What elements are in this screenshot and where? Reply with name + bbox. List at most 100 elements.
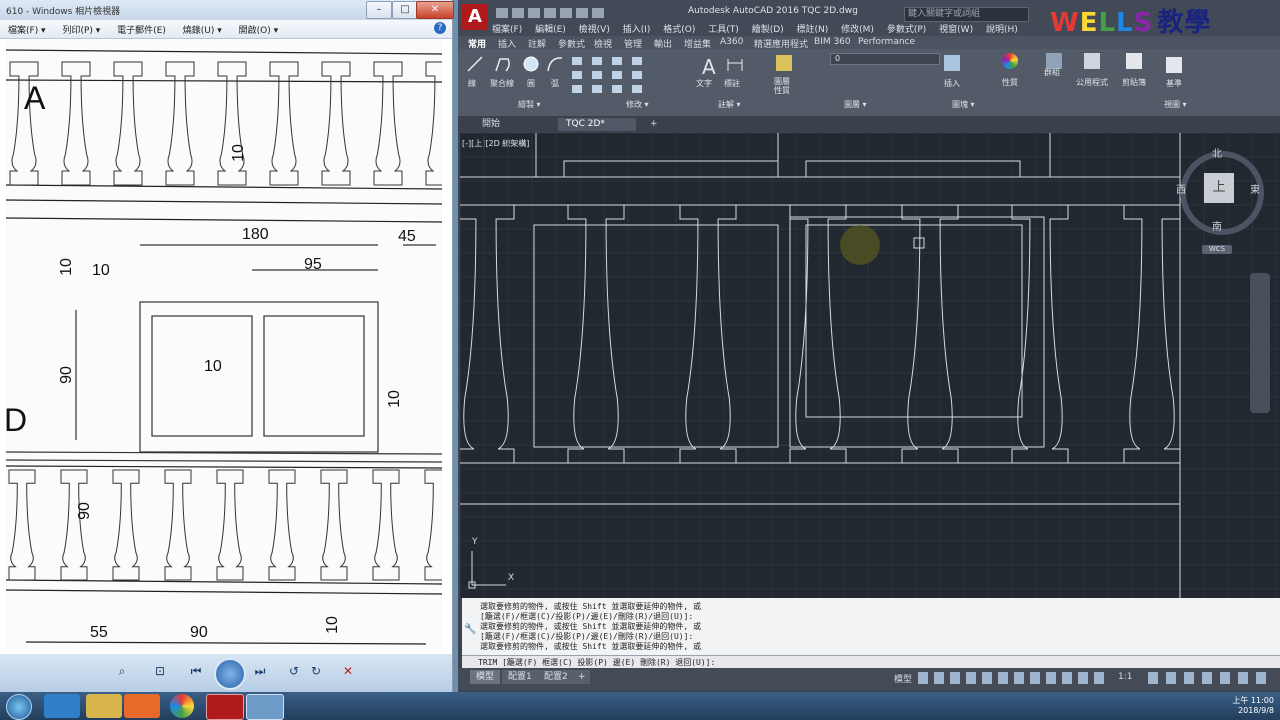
- redo-icon[interactable]: [592, 8, 604, 18]
- close-button[interactable]: ✕: [416, 1, 454, 19]
- panel-view[interactable]: 視圖 ▾: [1164, 99, 1187, 110]
- layout-tab-1[interactable]: 配置1: [502, 670, 538, 684]
- clipboard-icon[interactable]: [1126, 53, 1142, 69]
- rotate-right-icon[interactable]: ↻: [306, 664, 326, 682]
- new-icon[interactable]: [496, 8, 508, 18]
- minimize-button[interactable]: –: [366, 1, 392, 19]
- print-icon[interactable]: [560, 8, 572, 18]
- ie-icon[interactable]: [44, 694, 80, 718]
- save-icon[interactable]: [528, 8, 540, 18]
- base-label: 基準: [1166, 79, 1182, 88]
- new-tab-button[interactable]: +: [646, 118, 662, 131]
- label-d: D: [6, 402, 28, 438]
- panel-draw[interactable]: 繪製 ▾: [518, 99, 541, 110]
- menu-item[interactable]: 編輯(E): [535, 25, 566, 35]
- menu-item[interactable]: 插入(I): [623, 25, 651, 35]
- menu-open[interactable]: 開啟(O) ▾: [239, 23, 279, 36]
- panel-annotation[interactable]: 註解 ▾: [718, 99, 741, 110]
- menu-item[interactable]: 工具(T): [708, 25, 739, 35]
- menu-item[interactable]: 視窗(W): [939, 25, 973, 35]
- insert-icon[interactable]: [944, 55, 960, 71]
- menu-item[interactable]: 繪製(D): [752, 25, 784, 35]
- circle-icon[interactable]: [522, 55, 540, 73]
- actual-size-icon[interactable]: ⊡: [150, 664, 170, 682]
- arc-icon[interactable]: [546, 55, 564, 73]
- open-icon[interactable]: [512, 8, 524, 18]
- text-icon[interactable]: A: [702, 55, 716, 79]
- cad-geometry: [460, 133, 1280, 598]
- panel-modify[interactable]: 修改 ▾: [626, 99, 649, 110]
- explorer-icon[interactable]: [86, 694, 122, 718]
- viewcube-top[interactable]: 上: [1204, 173, 1234, 203]
- dimension-icon[interactable]: [726, 55, 744, 73]
- tab-bim360[interactable]: BIM 360: [814, 37, 851, 47]
- slideshow-button[interactable]: [214, 658, 246, 690]
- menu-burn[interactable]: 燒錄(U) ▾: [183, 23, 222, 36]
- add-layout-button[interactable]: +: [574, 670, 590, 684]
- status-toggles[interactable]: [918, 672, 1108, 684]
- compass-west[interactable]: 西: [1176, 181, 1186, 196]
- photo-viewer-taskbar-icon[interactable]: [246, 694, 284, 720]
- model-space-button[interactable]: 模型: [894, 672, 912, 685]
- undo-icon[interactable]: [576, 8, 588, 18]
- wcs-menu[interactable]: WCS: [1202, 245, 1232, 254]
- search-input[interactable]: 鍵入關鍵字或詞組: [904, 7, 1029, 22]
- compass-north[interactable]: 北: [1212, 145, 1222, 160]
- menu-item[interactable]: 說明(H): [986, 25, 1018, 35]
- base-icon[interactable]: [1166, 57, 1182, 73]
- line-icon[interactable]: [466, 55, 484, 73]
- zoom-icon[interactable]: ⌕: [112, 664, 132, 682]
- media-player-icon[interactable]: [124, 694, 160, 718]
- autocad-taskbar-icon[interactable]: [206, 694, 244, 720]
- menu-item[interactable]: 標註(N): [797, 25, 829, 35]
- tab-tqc-2d[interactable]: TQC 2D*: [558, 118, 636, 131]
- menu-email[interactable]: 電子郵件(E): [117, 23, 166, 36]
- annotation-scale[interactable]: 1:1: [1118, 672, 1132, 682]
- polyline-icon[interactable]: [494, 55, 512, 73]
- tab-a360[interactable]: A360: [720, 37, 743, 47]
- start-button[interactable]: [6, 694, 32, 720]
- next-icon[interactable]: ⏭: [250, 664, 270, 682]
- help-icon[interactable]: ?: [434, 22, 446, 34]
- tab-performance[interactable]: Performance: [858, 37, 915, 47]
- menu-item[interactable]: 格式(O): [663, 25, 695, 35]
- properties-icon[interactable]: [1002, 53, 1018, 69]
- clock-time[interactable]: 上午 11:00: [1232, 695, 1274, 706]
- autocad-title: Autodesk AutoCAD 2016 TQC 2D.dwg: [688, 6, 858, 16]
- draw-modify-tools-icon[interactable]: [568, 53, 678, 97]
- layout-tab-2[interactable]: 配置2: [538, 670, 574, 684]
- layer-properties-icon[interactable]: [776, 55, 792, 71]
- menu-item[interactable]: 檔案(F): [492, 25, 522, 35]
- rotate-left-icon[interactable]: ↺: [284, 664, 304, 682]
- autocad-app-menu-icon[interactable]: A: [462, 4, 488, 30]
- menu-item[interactable]: 修改(M): [841, 25, 874, 35]
- layer-dropdown[interactable]: 0: [830, 53, 940, 65]
- delete-icon[interactable]: ✕: [338, 664, 358, 682]
- status-bar: 模型 配置1 配置2 + 模型 1:1: [458, 668, 1280, 690]
- wrench-icon[interactable]: 🔧: [464, 624, 476, 635]
- layout-tab-model[interactable]: 模型: [470, 670, 501, 684]
- clock-date[interactable]: 2018/9/8: [1232, 706, 1274, 715]
- baluster-shape: [679, 204, 737, 464]
- drawing-canvas[interactable]: [-][上][2D 線架構] Y X 上 北 南 東 西 WCS: [460, 133, 1280, 598]
- tab-start[interactable]: 開始: [474, 118, 570, 131]
- navigation-bar[interactable]: [1250, 273, 1270, 413]
- menu-item[interactable]: 檢視(V): [579, 25, 610, 35]
- maximize-button[interactable]: □: [392, 1, 418, 19]
- compass-south[interactable]: 南: [1212, 218, 1222, 233]
- menu-print[interactable]: 列印(P) ▾: [62, 23, 100, 36]
- status-tools[interactable]: [1148, 672, 1274, 684]
- command-prompt[interactable]: TRIM [籬選(F) 框選(C) 投影(P) 邊(E) 刪除(R) 退回(U)…: [478, 657, 715, 668]
- chrome-icon[interactable]: [170, 694, 194, 718]
- menu-file[interactable]: 檔案(F) ▾: [8, 23, 46, 36]
- panel-block[interactable]: 圖塊 ▾: [952, 99, 975, 110]
- previous-icon[interactable]: ⏮: [186, 664, 206, 682]
- panel-layers[interactable]: 圖層 ▾: [844, 99, 867, 110]
- utilities-icon[interactable]: [1084, 53, 1100, 69]
- insert-label: 插入: [944, 79, 960, 88]
- saveas-icon[interactable]: [544, 8, 556, 18]
- compass-east[interactable]: 東: [1250, 181, 1260, 196]
- viewer-titlebar[interactable]: 610 - Windows 相片檢視器 – □ ✕: [0, 0, 454, 20]
- command-line[interactable]: TRIM [籬選(F) 框選(C) 投影(P) 邊(E) 刪除(R) 退回(U)…: [462, 655, 1280, 669]
- menu-item[interactable]: 參數式(P): [887, 25, 926, 35]
